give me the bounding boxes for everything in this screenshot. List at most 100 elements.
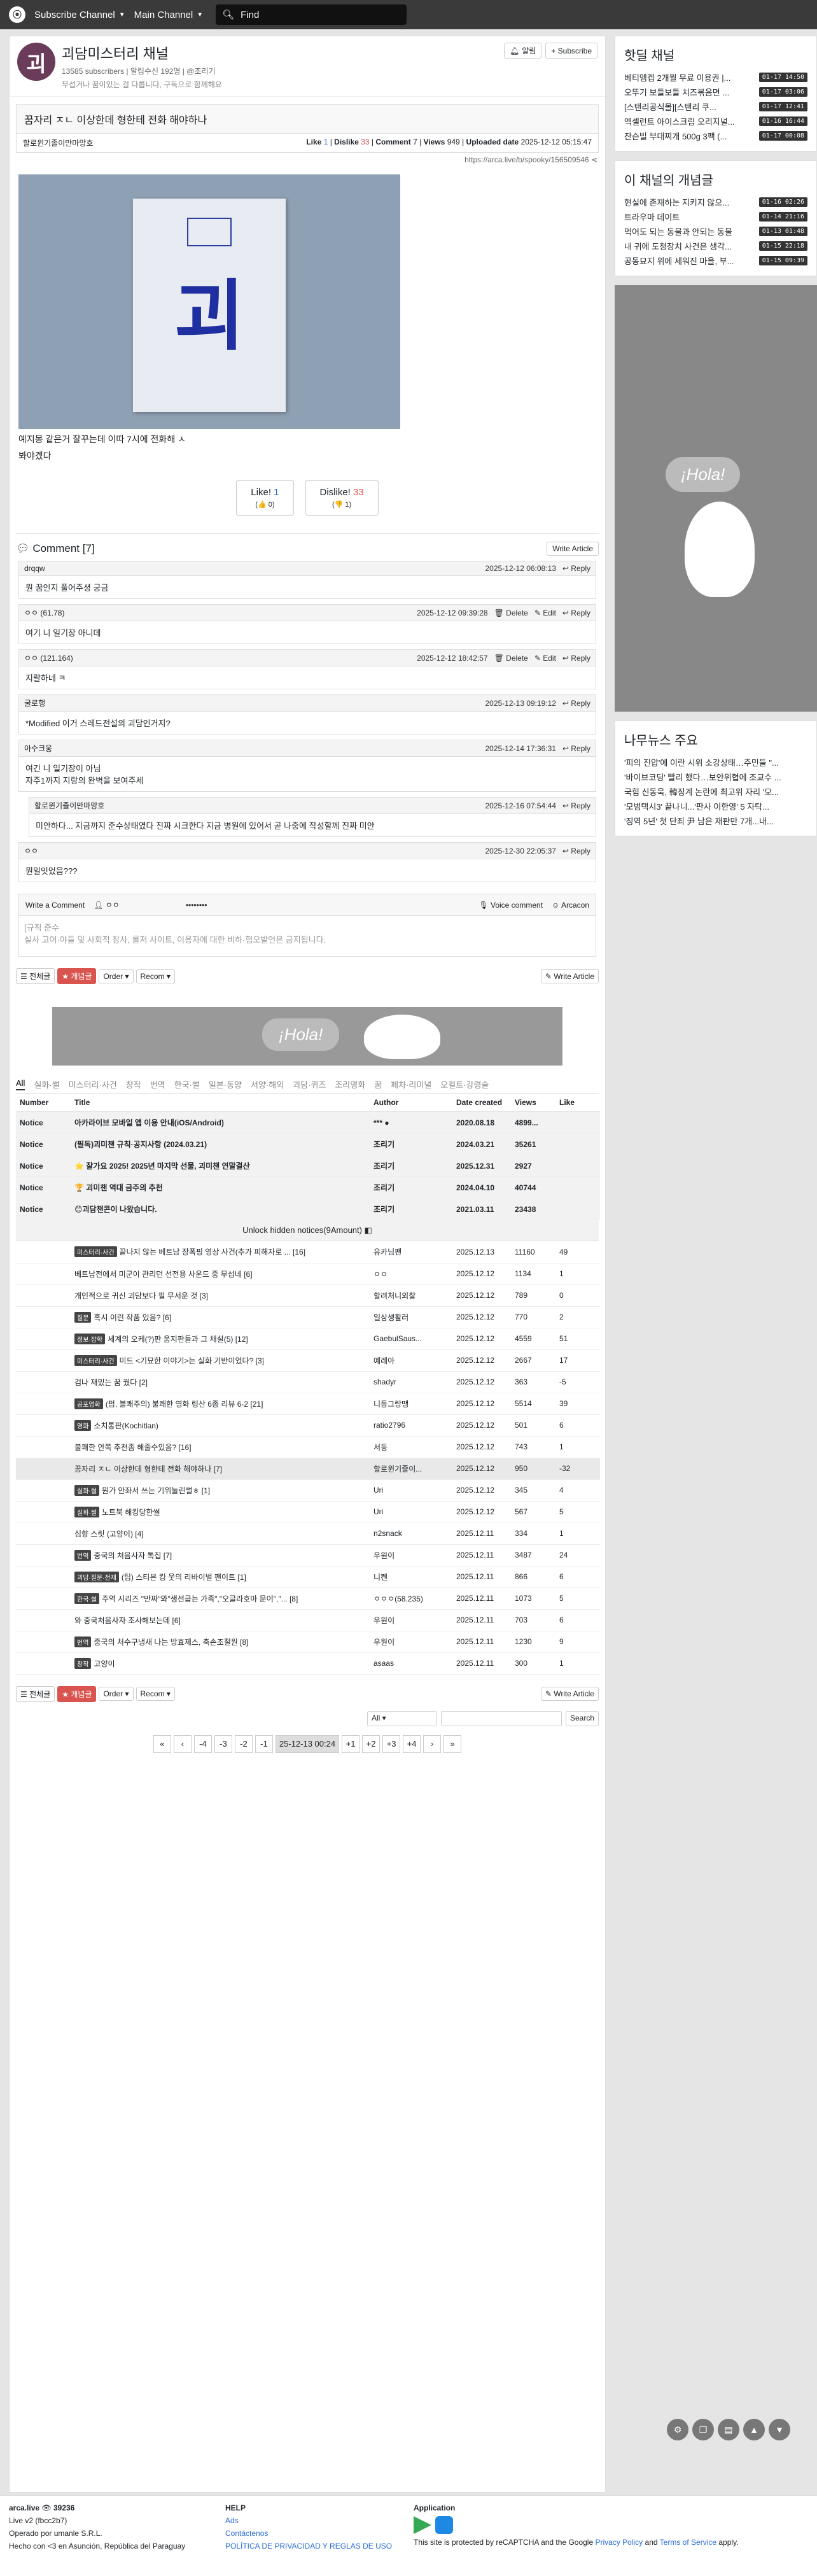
row-title[interactable]: 실화·썰 노트북 해킹당한썰 [71,1501,370,1523]
row-title-text[interactable]: 꿈자리 ㅈㄴ 이상한데 형한테 전화 해야하나 [7] [74,1465,222,1474]
page-button[interactable]: +1 [342,1735,360,1753]
news-item[interactable]: 국힘 신동욱, 韓징계 논란에 최고위 자리 '모... [624,784,807,799]
table-row[interactable]: 영화 소치통판(Kochitlan) ratio2796 2025.12.12 501 6 [16,1414,600,1437]
password-field[interactable]: •••••••• [186,901,207,910]
news-title-text[interactable]: '피의 진압'에 이란 시위 소강상태…주민들 "... [624,756,779,768]
row-author[interactable]: n2snack [370,1523,452,1545]
table-row[interactable]: 질문 혹시 이런 작품 있음? [6] 일상생활러 2025.12.12 770 2 [16,1306,600,1328]
sidebar-item[interactable]: 엑셀런트 아이스크림 오리지널... 01-16 16:44 [624,114,807,129]
table-row[interactable]: 정보·잡학 세계의 오케(?)판 움지판들과 그 채설(5) [12] Gaebul… [16,1328,600,1350]
row-author[interactable]: Uri [370,1501,452,1523]
row-title-text[interactable]: 주역 시리즈 "만짜"와"생선굽는 가족","오글라호마 문어","... [8… [102,1594,298,1603]
sidebar-item[interactable]: 현실에 존재하는 지키지 않으... 01-16 02:26 [624,195,807,209]
sidebar-item-title[interactable]: 공동묘지 위에 세워진 마을, 부... [624,255,734,267]
notice-cell[interactable]: 조리기 [370,1155,452,1177]
page-button[interactable]: +4 [403,1735,421,1753]
news-title-text[interactable]: '바이브코딩' 빨리 했다…보안위협에 조교수 ... [624,771,781,783]
row-title-text[interactable]: 소치통판(Kochitlan) [94,1421,158,1430]
hotdeal-title[interactable]: 핫딜 채널 [624,45,807,64]
row-title[interactable]: 미스터리·사건 미드 <기묘한 이야기>는 실화 기반이었다? [3] [71,1349,370,1372]
notice-row[interactable]: Notice 😊괴담챈콘이 나왔습니다. 조리기 2021.03.11 23438 [16,1198,600,1220]
row-title-text[interactable]: (펌, 블쾌주의) 불쾌한 영화 링산 6종 리뷰 6-2 [21] [106,1400,263,1409]
search-text-input[interactable] [440,1710,562,1726]
row-title[interactable]: 영화 소치통판(Kochitlan) [71,1414,370,1437]
page-button[interactable]: › [423,1735,442,1753]
row-author[interactable]: GaebulSaus... [370,1328,452,1350]
row-title[interactable]: 공포영화 (펌, 블쾌주의) 불쾌한 영화 링산 6종 리뷰 6-2 [21] [71,1393,370,1415]
sidebar-item[interactable]: 베티엠켑 2개월 무료 이용권 |... 01-17 14:50 [624,70,807,85]
row-title[interactable]: 번역 중국의 처음사자 톡집 [7] [71,1544,370,1566]
search-button[interactable]: Search [565,1710,599,1726]
row-title[interactable]: 창작 고양이 [71,1652,370,1675]
notice-title[interactable]: (필독)괴미챈 규칙·공지사항 (2024.03.21) [71,1133,370,1155]
row-title[interactable]: 질문 혹시 이런 작품 있음? [6] [71,1306,370,1328]
notice-cell[interactable]: *** ● [370,1111,452,1134]
sidebar-item-title[interactable]: 오뚜기 보들보들 치즈볶음면 ... [624,86,729,98]
category-tab[interactable]: 폐차·리미널 [391,1078,431,1090]
order-select-bottom[interactable]: Order ▾ [99,1687,134,1701]
google-play-icon[interactable] [414,2516,431,2534]
reply-button[interactable]: ↩ Reply [562,564,590,573]
voice-comment-button[interactable]: 🎙︎ Voice comment [478,901,543,910]
table-row[interactable]: 심향 스릿 (고양이) [4] n2snack 2025.12.11 334 1 [16,1523,600,1545]
row-title-text[interactable]: 뭔가 안좌서 쓰는 기위눌린썰ㅎ [1] [102,1486,210,1495]
copy-icon[interactable]: ❐ [692,2419,714,2440]
order-select[interactable]: Order ▾ [99,969,134,983]
row-title-text[interactable]: 미드 <기묘한 이야기>는 실화 기반이었다? [3] [120,1356,264,1365]
row-title-text[interactable]: 혹시 이런 작품 있음? [6] [94,1313,171,1322]
write-article-button-2[interactable]: ✎ Write Article [540,969,599,983]
search-input[interactable]: 🔍︎ Find [216,4,407,25]
row-title-text[interactable]: 개인적으로 귀신 괴담보다 필 무서운 것 [3] [74,1292,208,1300]
category-tab[interactable]: All [16,1078,25,1090]
category-tab[interactable]: 꿈 [374,1078,382,1090]
row-title-text[interactable]: 중국의 처음사자 톡집 [7] [94,1551,172,1560]
sidebar-item-title[interactable]: 먹어도 되는 동물과 안되는 동물 [624,225,732,237]
category-tab[interactable]: 실화·썰 [34,1078,59,1090]
row-title[interactable]: 정보·잡학 세계의 오케(?)판 움지판들과 그 채설(5) [12] [71,1328,370,1350]
site-logo[interactable]: ⦿ [9,6,25,23]
all-posts-button-bottom[interactable]: ☰ 전체글 [16,1686,55,1702]
edit-button[interactable]: ✎ Edit [534,609,556,617]
notice-title[interactable]: 아카라이브 모바일 앱 이용 안내(iOS/Android) [71,1111,370,1134]
channel-name[interactable]: 괴담미스터리 채널 [62,43,222,63]
category-tab[interactable]: 괴담·퀴즈 [293,1078,326,1090]
footer-policy-link[interactable]: POLÍTICA DE PRIVACIDAD Y REGLAS DE USO [225,2542,392,2551]
sidebar-item[interactable]: [스탠리공식몰][스탠리 쿠... 01-17 12:41 [624,99,807,114]
notice-row[interactable]: Notice ⭐ 잘가요 2025! 2025년 마지막 선물, 괴미챈 연말결산… [16,1155,600,1177]
all-posts-button[interactable]: ☰ 전체글 [16,968,55,984]
dislike-button[interactable]: Dislike! 33 (👎 1) [305,480,379,516]
notice-row[interactable]: Notice 🏆 괴미챈 역대 금주의 추천 조리기 2024.04.10 40744 [16,1176,600,1199]
alarm-button[interactable]: 🔔︎ 알림 [503,43,542,59]
category-tab[interactable]: 일본·동양 [209,1078,242,1090]
category-tab[interactable]: 한국·썰 [174,1078,200,1090]
news-title[interactable]: 나무뉴스 주요 [624,730,807,749]
category-tab[interactable]: 번역 [150,1078,165,1090]
table-row[interactable]: 번역 중국의 처음사자 톡집 [7] 우원이 2025.12.11 3487 24 [16,1544,600,1566]
table-row[interactable]: 괴담·질문·전재 (팁) 스티븐 킹 웃의 리바이벌 팬이트 [1] 니켄 2025.… [16,1566,600,1588]
best-title[interactable]: 이 채널의 개념글 [624,170,807,188]
row-author[interactable]: 일상생활러 [370,1306,452,1328]
row-title-text[interactable]: 불쾌한 안쪽 추천좀 해줄수있음? [16] [74,1443,192,1452]
table-row[interactable]: 창작 고양이 asaas 2025.12.11 300 1 [16,1652,600,1675]
row-author[interactable]: 니켄 [370,1566,452,1588]
comment-author[interactable]: ㅇㅇ (61.78) [24,607,64,618]
recom-select-bottom[interactable]: Recom ▾ [136,1687,175,1701]
table-row[interactable]: 꿈자리 ㅈㄴ 이상한데 형한테 전화 해야하나 [7] 할로윈기졸이... 2025… [16,1458,600,1480]
row-title-text[interactable]: 중국의 처수구냉새 나는 방효제스, 축손조절원 [8] [94,1638,248,1647]
row-title-text[interactable]: 심향 스릿 (고양이) [4] [74,1530,144,1538]
app-store-icon[interactable] [435,2516,453,2534]
row-title[interactable]: 개인적으로 귀신 괴담보다 필 무서운 것 [3] [71,1284,370,1307]
row-title[interactable]: 베트남전에서 미군이 관리던 선전용 사운드 중 무섭네 [6] [71,1263,370,1285]
reply-button[interactable]: ↩ Reply [562,609,590,617]
row-title-text[interactable]: 노트북 해킹당한썰 [102,1508,160,1517]
row-title-text[interactable]: 와 중국처음사자 조사해보는데 [6] [74,1616,181,1625]
row-author[interactable]: 서동 [370,1436,452,1458]
best-posts-button[interactable]: ★ 개념글 [57,968,97,984]
row-author[interactable]: shadyr [370,1371,452,1393]
sidebar-item[interactable]: 먹어도 되는 동물과 안되는 동물 01-13 01:48 [624,224,807,239]
row-title-text[interactable]: (팁) 스티븐 킹 웃의 리바이벌 팬이트 [1] [122,1573,246,1582]
delete-button[interactable]: 🗑 Delete [494,654,528,663]
row-author[interactable]: 우원이 [370,1544,452,1566]
table-row[interactable]: 미스터리·사건 미드 <기묘한 이야기>는 실화 기반이었다? [3] 예레아 202… [16,1349,600,1372]
row-author[interactable]: 할려처니외찰 [370,1284,452,1307]
